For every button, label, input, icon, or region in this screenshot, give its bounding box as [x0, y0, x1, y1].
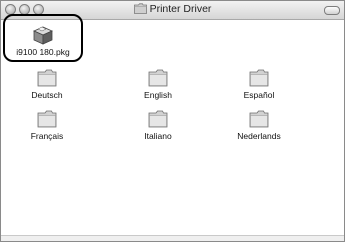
- package-highlight-ring: [3, 14, 83, 62]
- folder-label: Italiano: [144, 131, 172, 141]
- window-bottom-edge: [1, 235, 344, 241]
- folder-item-espanol[interactable]: Español: [235, 67, 283, 100]
- folder-icon: [249, 69, 269, 87]
- folder-item-francais[interactable]: Français: [23, 108, 71, 141]
- finder-window: Printer Driver i9100 180.pkg Deutsch Eng…: [0, 0, 345, 242]
- folder-label: Français: [30, 131, 64, 141]
- folder-icon: [37, 110, 57, 128]
- folder-icon: [37, 69, 57, 87]
- folder-label: English: [144, 90, 172, 100]
- folder-item-english[interactable]: English: [134, 67, 182, 100]
- folder-icon: [249, 110, 269, 128]
- folder-label: Deutsch: [31, 90, 63, 100]
- folder-item-italiano[interactable]: Italiano: [134, 108, 182, 141]
- folder-icon: [148, 110, 168, 128]
- folder-item-nederlands[interactable]: Nederlands: [231, 108, 287, 141]
- folder-label: Nederlands: [237, 131, 281, 141]
- folder-label: Español: [243, 90, 275, 100]
- toolbar-toggle-button[interactable]: [324, 6, 340, 15]
- window-title: Printer Driver: [149, 3, 212, 15]
- title-folder-icon: [133, 3, 147, 14]
- folder-icon: [148, 69, 168, 87]
- folder-item-deutsch[interactable]: Deutsch: [23, 67, 71, 100]
